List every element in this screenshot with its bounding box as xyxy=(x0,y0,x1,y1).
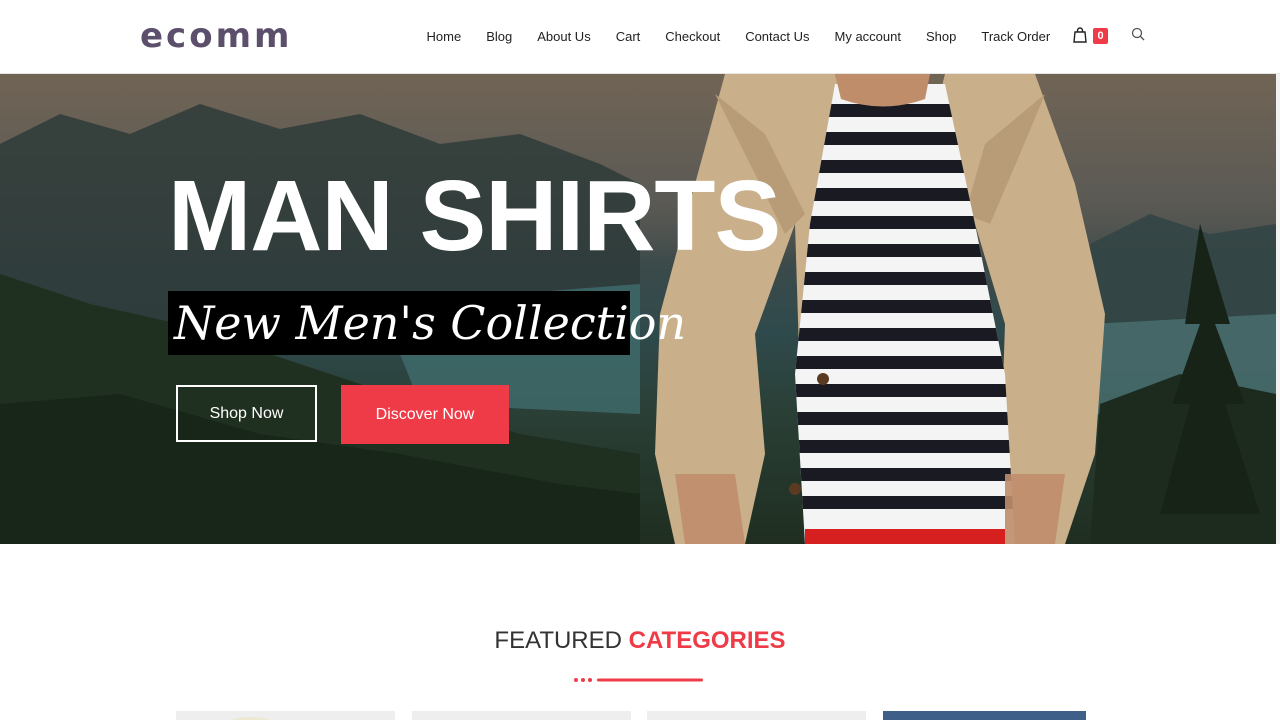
hero-subtitle-box: New Men's Collection xyxy=(168,291,686,355)
hero-title: MAN SHIRTS xyxy=(168,160,781,272)
category-card[interactable] xyxy=(647,711,866,720)
page-scrollbar[interactable] xyxy=(1276,74,1280,544)
nav-cart[interactable]: Cart xyxy=(603,29,653,44)
featured-heading-part2: CATEGORIES xyxy=(628,627,786,654)
featured-heading-part1: FEATURED xyxy=(494,627,629,654)
nav-track-order[interactable]: Track Order xyxy=(969,29,1063,44)
hero-banner: MAN SHIRTS New Men's Collection Shop Now… xyxy=(0,74,1276,544)
hero-subtitle: New Men's Collection xyxy=(174,296,687,350)
shopping-bag-icon xyxy=(1073,27,1087,43)
discover-now-button[interactable]: Discover Now xyxy=(341,385,509,444)
nav-contact-us[interactable]: Contact Us xyxy=(733,29,822,44)
hero-model-photo xyxy=(655,74,1105,544)
heading-divider xyxy=(574,678,703,682)
nav-blog[interactable]: Blog xyxy=(474,29,525,44)
site-logo[interactable]: ecomm xyxy=(140,16,292,56)
search-icon xyxy=(1131,27,1145,41)
search-button[interactable] xyxy=(1131,27,1147,43)
nav-shop[interactable]: Shop xyxy=(913,29,968,44)
cart-button[interactable]: 0 xyxy=(1073,26,1111,48)
main-nav: Home Blog About Us Cart Checkout Contact… xyxy=(414,0,1063,73)
shop-now-button[interactable]: Shop Now xyxy=(176,385,317,442)
nav-checkout[interactable]: Checkout xyxy=(653,29,733,44)
nav-home[interactable]: Home xyxy=(414,29,474,44)
category-card[interactable] xyxy=(412,711,631,720)
cart-count-badge: 0 xyxy=(1093,28,1108,44)
featured-categories-heading: FEATURED CATEGORIES xyxy=(0,626,1280,656)
category-card-image xyxy=(231,717,271,720)
nav-about-us[interactable]: About Us xyxy=(525,29,603,44)
category-card[interactable] xyxy=(883,711,1086,720)
site-header: ecomm Home Blog About Us Cart Checkout C… xyxy=(0,0,1280,74)
nav-my-account[interactable]: My account xyxy=(822,29,913,44)
category-card[interactable] xyxy=(176,711,395,720)
